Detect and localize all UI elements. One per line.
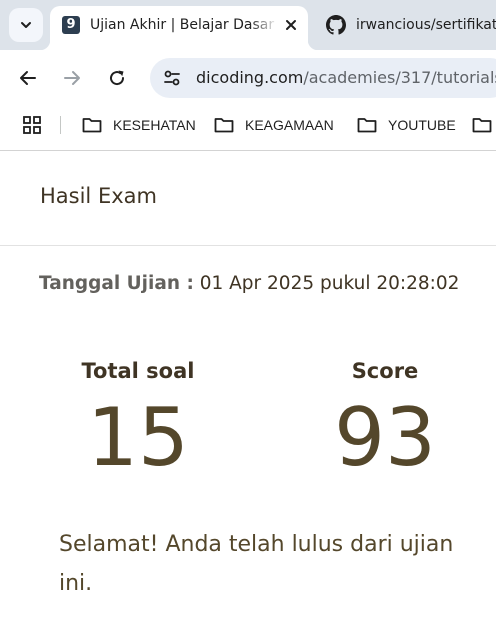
page-title: Hasil Exam — [40, 184, 157, 208]
bookmark-folder-kesehatan[interactable]: KESEHATAN — [82, 114, 196, 136]
folder-icon — [82, 118, 102, 133]
exam-result-page: Hasil Exam Tanggal Ujian : 01 Apr 2025 p… — [0, 151, 496, 641]
exam-date-label: Tanggal Ujian : — [39, 273, 194, 294]
folder-icon — [214, 118, 234, 133]
apps-grid-icon[interactable] — [22, 115, 42, 135]
tune-icon — [164, 70, 180, 86]
tab-title: irwancious/sertifikat-git — [356, 17, 496, 33]
reload-button[interactable] — [101, 62, 133, 94]
folder-icon — [472, 118, 492, 133]
tab-search-button[interactable] — [9, 8, 43, 42]
bookmark-label: KESEHATAN — [113, 117, 196, 133]
site-info-button[interactable] — [158, 64, 186, 92]
tab-ujian-akhir[interactable]: 9 Ujian Akhir | Belajar Dasar Git dengan… — [40, 6, 318, 50]
address-bar[interactable]: dicoding.com/academies/317/tutorials/ — [150, 58, 496, 98]
folder-icon — [357, 118, 377, 133]
divider — [0, 245, 496, 246]
forward-button[interactable] — [56, 62, 88, 94]
bookmark-label: YOUTUBE — [388, 117, 456, 133]
chevron-down-icon — [21, 22, 31, 28]
close-icon — [286, 20, 296, 30]
bookmark-folder-keagamaan[interactable]: KEAGAMAAN — [214, 114, 334, 136]
back-button[interactable] — [12, 62, 44, 94]
tab-title: Ujian Akhir | Belajar Dasar Git dengan G… — [90, 17, 278, 33]
reload-icon — [110, 70, 125, 86]
url-host: dicoding.com — [196, 68, 304, 87]
close-tab-button[interactable] — [280, 14, 302, 36]
tab-strip: 9 Ujian Akhir | Belajar Dasar Git dengan… — [0, 0, 496, 50]
arrow-left-icon — [20, 71, 36, 85]
url-text: dicoding.com/academies/317/tutorials/ — [196, 68, 496, 88]
pass-message: Selamat! Anda telah lulus dari ujian ini… — [59, 532, 454, 596]
url-path: /academies/317/tutorials/ — [303, 68, 496, 87]
arrow-right-icon — [64, 71, 80, 85]
tab-github[interactable]: irwancious/sertifikat-git — [318, 6, 496, 42]
total-questions-value: 15 — [87, 391, 189, 484]
bookmark-label: KEAGAMAAN — [245, 117, 334, 133]
bookmark-folder-more[interactable] — [472, 114, 496, 136]
bookmarks-separator — [60, 116, 61, 134]
github-icon — [326, 15, 346, 35]
exam-date: Tanggal Ujian : 01 Apr 2025 pukul 20:28:… — [39, 273, 459, 294]
bookmarks-bar: KESEHATAN KEAGAMAAN YOUTUBE — [0, 106, 496, 144]
total-questions-stat: Total soal 15 — [53, 359, 223, 481]
total-questions-label: Total soal — [81, 359, 195, 383]
dicoding-icon: 9 — [62, 16, 80, 34]
score-label: Score — [351, 359, 419, 383]
score-value: 93 — [334, 391, 436, 484]
exam-date-value: 01 Apr 2025 pukul 20:28:02 — [199, 273, 460, 294]
bookmark-folder-youtube[interactable]: YOUTUBE — [357, 114, 456, 136]
score-stat: Score 93 — [300, 359, 470, 481]
browser-toolbar: dicoding.com/academies/317/tutorials/ — [0, 50, 496, 106]
